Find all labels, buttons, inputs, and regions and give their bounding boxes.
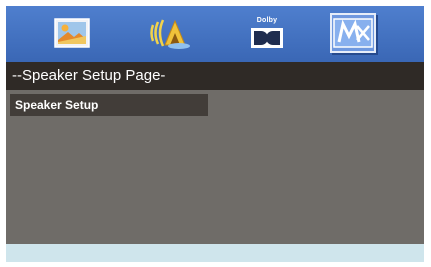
osd-screen: Dolby --Speaker Setup Page- Speaker Setu… [6,6,424,262]
dolby-icon [251,28,283,48]
tab-picture-setup[interactable] [49,13,95,53]
tab-preferences[interactable] [330,13,376,53]
picture-icon [54,18,90,48]
menu-item-speaker-setup[interactable]: Speaker Setup [10,94,208,116]
setup-icon-bar: Dolby [6,6,424,62]
status-bar [6,244,424,262]
preferences-icon [333,18,373,48]
speaker-icon [150,19,190,49]
tab-dolby-setup[interactable]: Dolby [244,13,290,53]
dolby-label: Dolby [256,17,278,24]
page-title: --Speaker Setup Page- [6,62,424,90]
tab-audio-setup[interactable] [147,13,193,53]
